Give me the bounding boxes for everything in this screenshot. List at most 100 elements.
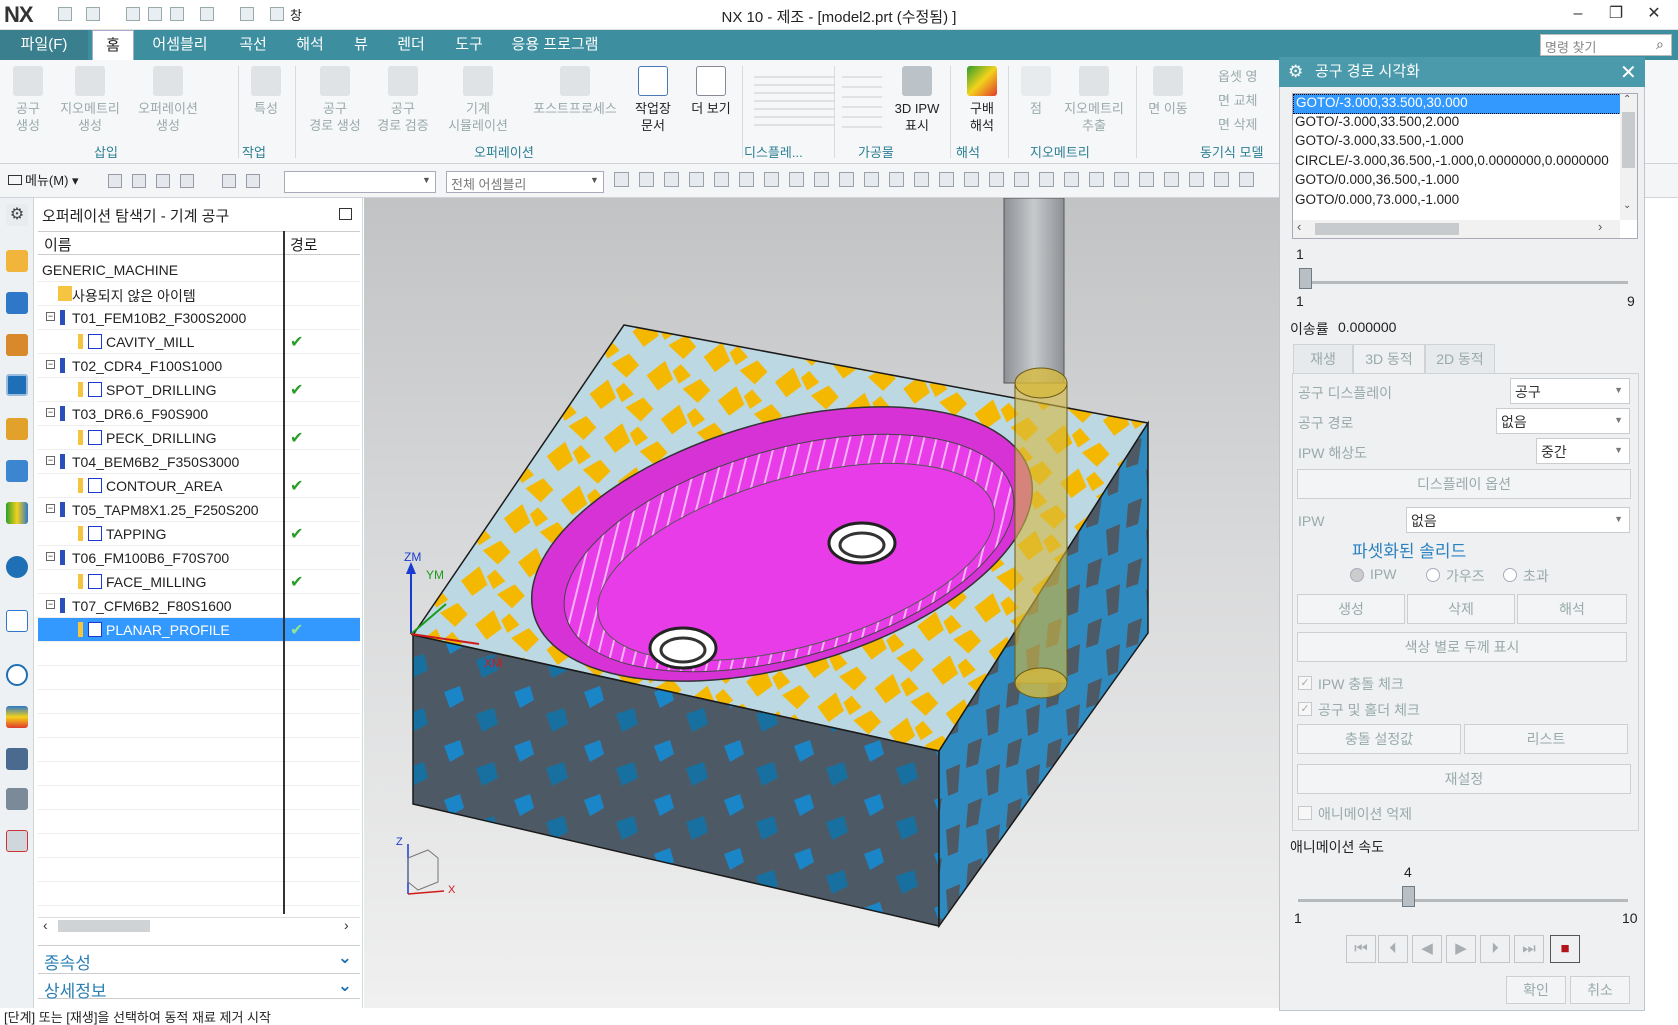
history-icon[interactable] — [6, 610, 28, 632]
scroll-left-icon[interactable]: ‹ — [43, 917, 48, 933]
snap-point-icon[interactable] — [1089, 172, 1104, 187]
command-search-input[interactable]: 명령 찾기 — [1540, 34, 1672, 56]
snap-point-icon[interactable] — [1064, 172, 1079, 187]
tool-display-select[interactable]: 공구 ▼ — [1510, 378, 1630, 404]
reuse-library-icon[interactable] — [6, 460, 28, 482]
snap-point-icon[interactable] — [664, 172, 679, 187]
play-button[interactable]: ▶ — [1446, 935, 1476, 963]
delete-button[interactable]: 삭제 — [1407, 594, 1515, 624]
animation-speed-thumb[interactable] — [1401, 886, 1415, 907]
snap-point-icon[interactable] — [864, 172, 879, 187]
snap-point-icon[interactable] — [814, 172, 829, 187]
maximize-icon[interactable] — [339, 208, 352, 220]
navigator-row[interactable]: − T03_DR6.6_F90S900 — [38, 402, 360, 426]
animation-speed-track[interactable] — [1298, 899, 1628, 902]
navigator-row[interactable]: PECK_DRILLING ✔ — [38, 426, 360, 450]
navigator-row[interactable]: − T01_FEM10B2_F300S2000 — [38, 306, 360, 330]
search-icon[interactable]: ⌕ — [1656, 36, 1664, 53]
dependencies-panel[interactable]: 종속성 ⌄ — [38, 945, 360, 973]
create-tool-button[interactable]: 공구 생성 — [6, 66, 50, 134]
ok-button[interactable]: 확인 — [1506, 976, 1566, 1004]
navigator-row[interactable]: − T04_BEM6B2_F350S3000 — [38, 450, 360, 474]
radio-ipw[interactable] — [1350, 568, 1364, 582]
show-3d-ipw-button[interactable]: 3D IPW 표시 — [888, 66, 946, 134]
select-icon[interactable] — [156, 174, 170, 188]
cl-statement-list[interactable]: GOTO/-3.000,33.500,30.000 GOTO/-3.000,33.… — [1292, 93, 1638, 239]
scroll-right-icon[interactable]: › — [344, 917, 349, 933]
collapse-icon[interactable]: − — [46, 312, 55, 321]
draft-analysis-button[interactable]: 구배 해석 — [956, 66, 1008, 134]
thickness-by-color-button[interactable]: 색상 별로 두께 표시 — [1297, 632, 1627, 662]
minimize-icon[interactable]: – — [1560, 2, 1596, 26]
tab-2d-dynamic[interactable]: 2D 동적 — [1425, 344, 1495, 374]
navigator-row[interactable]: − T05_TAPM8X1.25_F250S200 — [38, 498, 360, 522]
snap-point-icon[interactable] — [1239, 172, 1254, 187]
navigator-row[interactable]: − T02_CDR4_F100S1000 — [38, 354, 360, 378]
constraint-navigator-icon[interactable] — [6, 334, 28, 356]
tab-3d-dynamic[interactable]: 3D 동적 — [1353, 344, 1425, 374]
navigator-row[interactable]: GENERIC_MACHINE — [38, 258, 360, 282]
operation-navigator-icon[interactable] — [6, 374, 28, 396]
type-filter-select[interactable] — [284, 171, 436, 193]
close-icon[interactable]: ✕ — [1620, 60, 1637, 85]
manufacturing-wizard-icon[interactable] — [6, 788, 28, 810]
display-tools-cluster[interactable] — [754, 70, 834, 130]
step-slider-track[interactable] — [1300, 281, 1628, 284]
scroll-thumb[interactable] — [1315, 223, 1459, 235]
fast-forward-button[interactable]: ⏭ — [1514, 935, 1544, 963]
machine-tool-navigator-icon[interactable] — [6, 418, 28, 440]
more-button[interactable]: 더 보기 — [684, 66, 738, 117]
navigator-row[interactable]: CONTOUR_AREA ✔ — [38, 474, 360, 498]
cl-statement-item[interactable]: GOTO/-3.000,33.500,2.000 — [1293, 114, 1623, 134]
snap-point-icon[interactable] — [739, 172, 754, 187]
gear-icon[interactable]: ⚙ — [6, 204, 28, 226]
tab-analysis[interactable]: 해석 — [285, 30, 335, 60]
snap-point-icon[interactable] — [964, 172, 979, 187]
postprocess-button[interactable]: 포스트프로세스 — [522, 66, 628, 117]
shop-documentation-button[interactable]: 작업장 문서 — [628, 66, 678, 134]
tab-applications[interactable]: 응용 프로그램 — [502, 30, 608, 60]
snap-point-icon[interactable] — [1014, 172, 1029, 187]
graphics-window[interactable]: ZM YM XM Z X — [364, 198, 1284, 1008]
step-back-button[interactable]: ⏴ — [1378, 935, 1408, 963]
snap-point-icon[interactable] — [1214, 172, 1229, 187]
tool-path-select[interactable]: 없음 ▼ — [1496, 408, 1630, 434]
reset-button[interactable]: 재설정 — [1297, 764, 1631, 794]
cl-statement-item[interactable]: GOTO/-3.000,33.500,30.000 — [1293, 94, 1623, 114]
tab-tools[interactable]: 도구 — [444, 30, 494, 60]
select-icon[interactable] — [132, 174, 146, 188]
details-panel[interactable]: 상세정보 ⌄ — [38, 973, 360, 1001]
navigator-row[interactable]: 사용되지 않은 아이템 — [38, 282, 360, 306]
snap-point-icon[interactable] — [939, 172, 954, 187]
snap-point-icon[interactable] — [1189, 172, 1204, 187]
generate-path-button[interactable]: 공구 경로 생성 — [302, 66, 368, 134]
stop-button[interactable]: ■ — [1550, 935, 1580, 963]
collapse-icon[interactable]: − — [46, 552, 55, 561]
collapse-icon[interactable]: − — [46, 456, 55, 465]
move-face-button[interactable]: 면 이동 — [1144, 66, 1192, 117]
step-forward-button[interactable]: ⏵ — [1480, 935, 1510, 963]
step-slider-thumb[interactable] — [1299, 268, 1312, 289]
tab-assembly[interactable]: 어셈블리 — [140, 30, 220, 60]
analyze-button[interactable]: 해석 — [1517, 594, 1627, 624]
web-browser-icon[interactable] — [6, 556, 28, 578]
file-menu-tab[interactable]: 파일(F) — [0, 30, 88, 60]
ipw-resolution-select[interactable]: 중간 ▼ — [1536, 438, 1630, 464]
process-studio-icon[interactable] — [6, 748, 28, 770]
snap-point-icon[interactable] — [1114, 172, 1129, 187]
hd3d-tools-icon[interactable] — [6, 502, 28, 524]
create-button[interactable]: 생성 — [1297, 594, 1405, 624]
restore-icon[interactable]: ❐ — [1598, 2, 1634, 26]
ipw-collision-checkbox[interactable]: ✓ — [1298, 676, 1312, 690]
chevron-down-icon[interactable]: ⌄ — [1623, 200, 1631, 211]
suppress-animation-checkbox[interactable] — [1298, 806, 1312, 820]
roles-icon[interactable] — [6, 830, 28, 852]
navigator-row[interactable]: − T06_FM100B6_F70S700 — [38, 546, 360, 570]
assembly-scope-select[interactable]: 전체 어셈블리 — [446, 171, 604, 193]
cancel-button[interactable]: 취소 — [1570, 976, 1630, 1004]
clock-icon[interactable] — [6, 664, 28, 686]
snap-point-icon[interactable] — [689, 172, 704, 187]
column-divider[interactable] — [283, 231, 285, 914]
collapse-icon[interactable]: − — [46, 360, 55, 369]
snap-point-icon[interactable] — [714, 172, 729, 187]
